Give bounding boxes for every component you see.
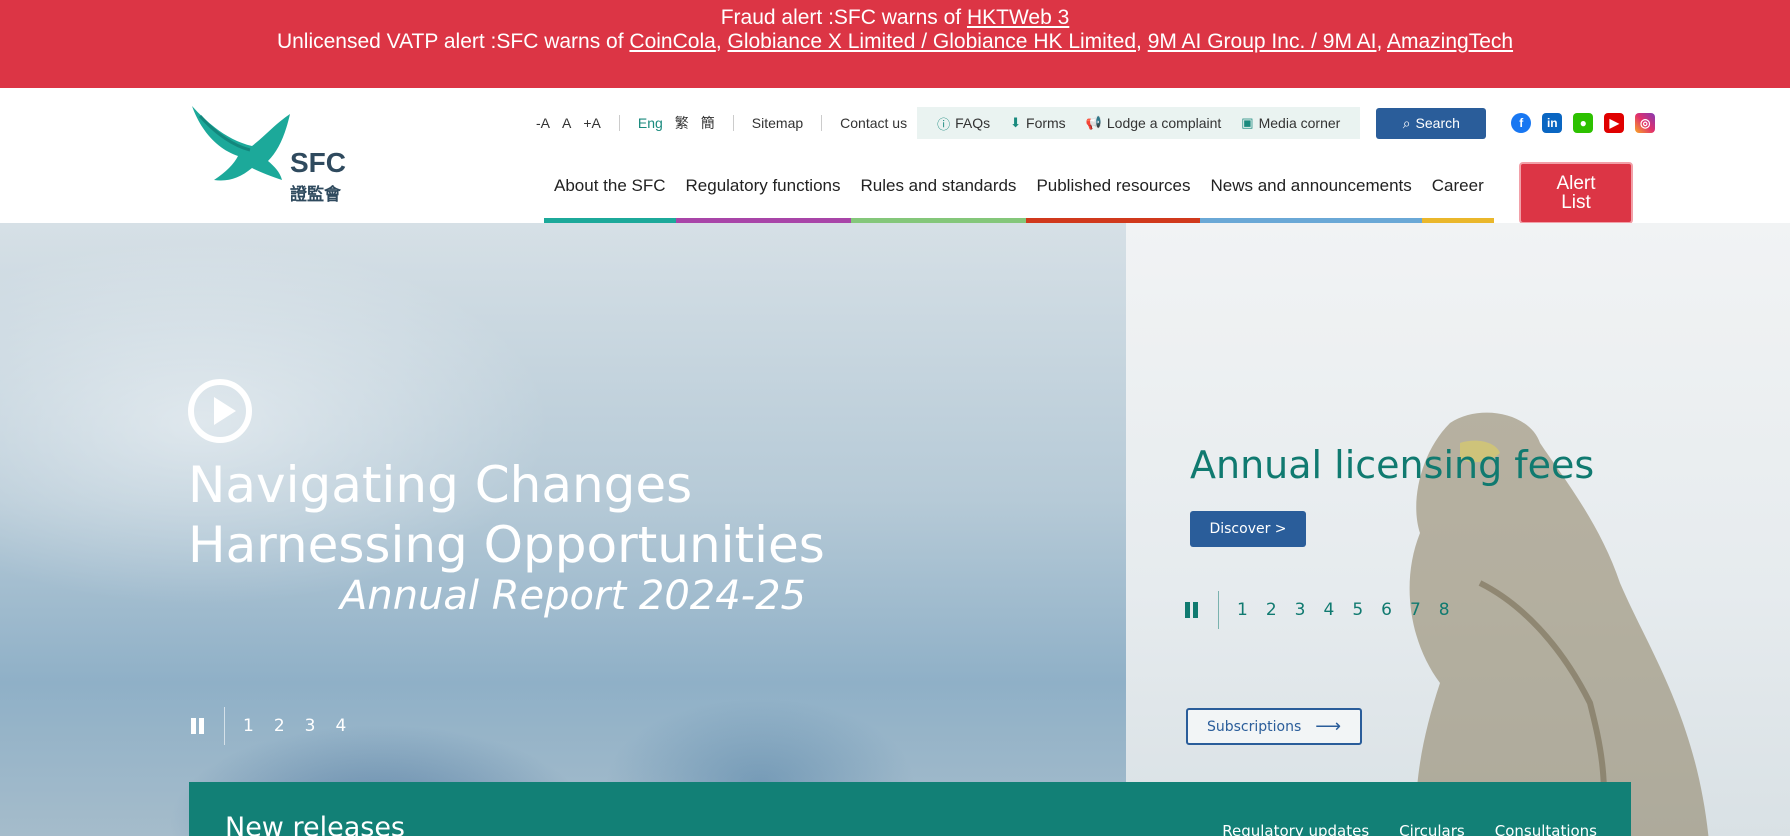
play-video-icon[interactable]: [188, 379, 252, 443]
nav-career[interactable]: Career: [1421, 168, 1494, 223]
forms-link[interactable]: ⬇ Forms: [1010, 115, 1066, 131]
divider: [224, 707, 225, 745]
tab-regulatory-updates[interactable]: Regulatory updates: [1222, 822, 1369, 836]
sitemap-link[interactable]: Sitemap: [752, 115, 803, 131]
site-header: SFC 證監會 -A A +A Eng 繁 簡 Sitemap Contact …: [0, 88, 1790, 224]
nav-published-resources[interactable]: Published resources: [1026, 168, 1201, 223]
alert-banner: Fraud alert :SFC warns of HKTWeb 3 Unlic…: [0, 0, 1790, 88]
fraud-alert-label: Fraud alert :: [720, 6, 834, 29]
divider: [732, 115, 734, 131]
download-icon: ⬇: [1010, 115, 1022, 130]
subscriptions-button[interactable]: Subscriptions ⟶: [1186, 708, 1362, 745]
sfc-logo[interactable]: SFC 證監會: [190, 106, 350, 206]
nav-rules-standards[interactable]: Rules and standards: [850, 168, 1027, 223]
social-links: f in ● ▶ ◎: [1500, 113, 1656, 133]
hero-section: Navigating Changes Harnessing Opportunit…: [0, 223, 1790, 836]
carousel-page-6[interactable]: 6: [1381, 600, 1392, 620]
wechat-icon[interactable]: ●: [1573, 113, 1594, 133]
contact-link[interactable]: Contact us: [840, 115, 907, 131]
carousel-page-4[interactable]: 4: [335, 716, 346, 736]
arrow-right-icon: ⟶: [1315, 716, 1342, 737]
carousel-page-2[interactable]: 2: [274, 716, 285, 736]
divider: [821, 115, 823, 131]
vatp-alert-link-amazingtech[interactable]: AmazingTech: [1387, 30, 1513, 53]
font-larger-button[interactable]: +A: [583, 115, 601, 131]
search-button[interactable]: ⌕ Search: [1376, 107, 1487, 139]
fraud-alert-text: SFC warns of: [833, 6, 967, 29]
media-corner-link[interactable]: ▣ Media corner: [1241, 115, 1340, 131]
carousel-page-7[interactable]: 7: [1410, 600, 1421, 620]
lang-eng-link[interactable]: Eng: [638, 115, 663, 131]
tab-circulars[interactable]: Circulars: [1399, 822, 1465, 836]
linkedin-icon[interactable]: in: [1542, 113, 1563, 133]
carousel-page-3[interactable]: 3: [1295, 600, 1306, 620]
main-nav: About the SFC Regulatory functions Rules…: [544, 168, 1494, 223]
lang-simp-link[interactable]: 簡: [701, 113, 715, 133]
vatp-alert-text: SFC warns of: [496, 30, 630, 53]
lodge-complaint-link[interactable]: 📢 Lodge a complaint: [1086, 115, 1222, 131]
vatp-alert-link-9mai[interactable]: 9M AI Group Inc. / 9M AI: [1148, 30, 1377, 53]
nav-news-announcements[interactable]: News and announcements: [1200, 168, 1422, 223]
discover-button[interactable]: Discover >: [1190, 511, 1306, 547]
pause-icon[interactable]: [1184, 602, 1200, 618]
faqs-link[interactable]: ⓘ FAQs: [937, 114, 990, 133]
new-releases-tabs: Regulatory updates Circulars Consultatio…: [1192, 822, 1597, 836]
carousel-page-5[interactable]: 5: [1352, 600, 1363, 620]
nav-regulatory-functions[interactable]: Regulatory functions: [675, 168, 851, 223]
vatp-alert-label: Unlicensed VATP alert :: [276, 30, 497, 53]
fraud-alert: Fraud alert :SFC warns of HKTWeb 3: [0, 6, 1790, 30]
carousel-page-8[interactable]: 8: [1439, 600, 1450, 620]
utility-bar: -A A +A Eng 繁 簡 Sitemap Contact us ⓘ FAQs…: [530, 106, 1656, 140]
question-circle-icon: ⓘ: [937, 116, 951, 132]
lang-trad-link[interactable]: 繁: [675, 113, 689, 133]
instagram-icon[interactable]: ◎: [1635, 113, 1656, 133]
image-icon: ▣: [1241, 115, 1254, 130]
fraud-alert-link-hktweb3[interactable]: HKTWeb 3: [967, 6, 1069, 29]
vatp-alert-link-globiance[interactable]: Globiance X Limited / Globiance HK Limit…: [727, 30, 1136, 53]
megaphone-icon: 📢: [1085, 115, 1102, 130]
vatp-alert-link-coincola[interactable]: CoinCola: [629, 30, 715, 53]
pause-icon[interactable]: [190, 718, 206, 734]
divider: [618, 115, 620, 131]
carousel-page-1[interactable]: 1: [1237, 600, 1248, 620]
tab-consultations[interactable]: Consultations: [1495, 822, 1597, 836]
hero-subtitle: Annual Report 2024-25: [340, 573, 806, 619]
eagle-logo-icon: [192, 106, 290, 181]
new-releases-title: New releases: [225, 812, 405, 836]
alert-list-button[interactable]: Alert List: [1519, 162, 1633, 224]
carousel-page-2[interactable]: 2: [1266, 600, 1277, 620]
youtube-icon[interactable]: ▶: [1604, 113, 1625, 133]
hero-title: Navigating Changes Harnessing Opportunit…: [188, 456, 825, 574]
carousel-page-1[interactable]: 1: [243, 716, 254, 736]
search-icon: ⌕: [1402, 114, 1411, 131]
font-normal-button[interactable]: A: [562, 115, 571, 131]
logo-chinese-text: 證監會: [290, 184, 342, 205]
quick-links: ⓘ FAQs ⬇ Forms 📢 Lodge a complaint ▣ Media c…: [917, 107, 1361, 139]
carousel-page-3[interactable]: 3: [305, 716, 316, 736]
annual-licensing-fees-title: Annual licensing fees: [1190, 443, 1595, 487]
left-carousel-pager: 1 2 3 4: [190, 707, 366, 745]
right-carousel-pager: 1 2 3 4 5 6 7 8: [1184, 591, 1468, 629]
new-releases-panel: New releases Regulatory updates Circular…: [189, 782, 1631, 836]
nav-about[interactable]: About the SFC: [544, 168, 676, 223]
logo-sfc-text: SFC: [290, 147, 346, 178]
font-smaller-button[interactable]: -A: [536, 115, 550, 131]
facebook-icon[interactable]: f: [1511, 113, 1532, 133]
divider: [1218, 591, 1219, 629]
vatp-alert: Unlicensed VATP alert :SFC warns of Coin…: [276, 30, 1514, 53]
carousel-page-4[interactable]: 4: [1323, 600, 1334, 620]
